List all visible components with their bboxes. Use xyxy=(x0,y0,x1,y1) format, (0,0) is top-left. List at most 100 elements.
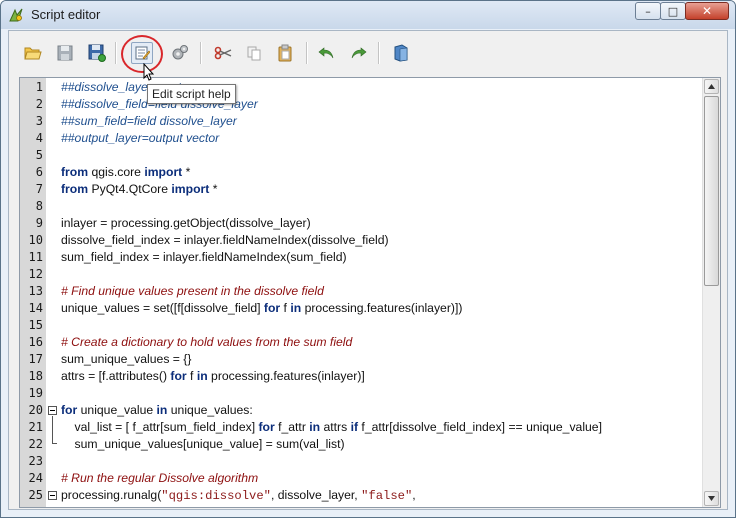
script-editor-window: Script editor – □ ✕ 1 ##dissolve_layer=v… xyxy=(0,0,736,518)
code-line[interactable]: 1 ##dissolve_layer=vector xyxy=(20,79,703,96)
code-comment: ##sum_field=field dissolve_layer xyxy=(61,114,237,128)
code-line[interactable]: 12 xyxy=(20,266,703,283)
code-keyword: for xyxy=(258,420,275,434)
save-as-button[interactable] xyxy=(86,42,108,64)
client-area: 1 ##dissolve_layer=vector 2 ##dissolve_fiel… xyxy=(8,30,728,510)
code-keyword: for xyxy=(61,403,78,417)
code-line[interactable]: 15 xyxy=(20,317,703,334)
code-line[interactable]: 21 val_list = [ f_attr[sum_field_index] … xyxy=(20,419,703,436)
code-editor[interactable]: 1 ##dissolve_layer=vector 2 ##dissolve_fiel… xyxy=(19,77,721,508)
line-number: 12 xyxy=(28,267,43,281)
scroll-down-button[interactable] xyxy=(704,491,719,506)
code-token: , dissolve_layer, xyxy=(270,488,362,502)
code-line[interactable]: 24 # Run the regular Dissolve algorithm xyxy=(20,470,703,487)
undo-icon xyxy=(318,47,334,59)
code-line[interactable]: 19 xyxy=(20,385,703,402)
code-text: from PyQt4.QtCore import * xyxy=(61,181,217,198)
fold-toggle-icon[interactable] xyxy=(48,406,57,415)
code-token: processing.features(inlayer)]) xyxy=(301,301,463,315)
code-text: # Run the regular Dissolve algorithm xyxy=(61,470,258,487)
save-as-icon xyxy=(88,44,106,62)
code-line[interactable]: 8 xyxy=(20,198,703,215)
snippets-button[interactable] xyxy=(390,42,412,64)
code-line[interactable]: 23 xyxy=(20,453,703,470)
code-token: unique_values = set([f[dissolve_field] xyxy=(61,301,264,315)
code-line[interactable]: 7 from PyQt4.QtCore import * xyxy=(20,181,703,198)
maximize-button[interactable]: □ xyxy=(660,2,686,20)
code-token: f xyxy=(186,369,197,383)
line-number: 19 xyxy=(28,386,43,400)
code-token: attrs xyxy=(320,420,351,434)
code-token: dissolve_field_index = inlayer.fieldName… xyxy=(61,233,389,247)
code-token: processing.features(inlayer)] xyxy=(207,369,365,383)
toolbar xyxy=(9,31,727,76)
code-line[interactable]: 20 for unique_value in unique_values: xyxy=(20,402,703,419)
minimize-icon: – xyxy=(645,4,651,18)
folder-open-icon xyxy=(24,47,42,60)
book-icon xyxy=(394,44,408,62)
code-line[interactable]: 25 processing.runalg("qgis:dissolve", dis… xyxy=(20,487,703,504)
code-token: f_attr[dissolve_field_index] == unique_v… xyxy=(358,420,602,434)
paste-icon xyxy=(278,44,292,62)
tooltip: Edit script help xyxy=(147,84,236,104)
undo-button[interactable] xyxy=(316,42,338,64)
code-token: processing.runalg( xyxy=(61,488,162,502)
code-keyword: for xyxy=(170,369,187,383)
code-text: # Create a dictionary to hold values fro… xyxy=(61,334,352,351)
code-string: "qgis:dissolve" xyxy=(161,489,271,503)
line-number: 23 xyxy=(28,454,43,468)
code-token: sum_unique_values[unique_value] = sum(va… xyxy=(61,437,345,451)
code-line[interactable]: 5 xyxy=(20,147,703,164)
minimize-button[interactable]: – xyxy=(635,2,661,20)
scroll-up-button[interactable] xyxy=(704,79,719,94)
code-comment: # Run the regular Dissolve algorithm xyxy=(61,471,259,485)
line-number: 17 xyxy=(28,352,43,366)
code-line[interactable]: 2 ##dissolve_field=field dissolve_layer xyxy=(20,96,703,113)
copy-button[interactable] xyxy=(243,42,265,64)
scroll-thumb[interactable] xyxy=(704,96,719,286)
code-lines[interactable]: 1 ##dissolve_layer=vector 2 ##dissolve_fiel… xyxy=(20,78,703,507)
code-token: , xyxy=(412,488,416,502)
code-line[interactable]: 14 unique_values = set([f[dissolve_field]… xyxy=(20,300,703,317)
code-token: val_list = [ f_attr[sum_field_index] xyxy=(61,420,259,434)
code-line[interactable]: 11 sum_field_index = inlayer.fieldNameInd… xyxy=(20,249,703,266)
code-line[interactable]: 10 dissolve_field_index = inlayer.fieldNa… xyxy=(20,232,703,249)
paste-button[interactable] xyxy=(274,42,296,64)
code-line[interactable]: 3 ##sum_field=field dissolve_layer xyxy=(20,113,703,130)
save-script-button[interactable] xyxy=(54,42,76,64)
line-number: 21 xyxy=(28,420,43,434)
code-text: from qgis.core import * xyxy=(61,164,190,181)
title-bar[interactable]: Script editor – □ ✕ xyxy=(1,1,735,29)
line-number: 13 xyxy=(28,284,43,298)
code-text: sum_field_index = inlayer.fieldNameIndex… xyxy=(61,249,347,266)
redo-button[interactable] xyxy=(347,42,369,64)
code-line[interactable]: 9 inlayer = processing.getObject(dissolve… xyxy=(20,215,703,232)
code-token: qgis.core xyxy=(88,165,145,179)
code-line[interactable]: 16 # Create a dictionary to hold values f… xyxy=(20,334,703,351)
line-number: 16 xyxy=(28,335,43,349)
code-comment: ##output_layer=output vector xyxy=(61,131,220,145)
code-token: unique_value xyxy=(77,403,157,417)
open-script-button[interactable] xyxy=(22,42,44,64)
code-line[interactable]: 17 sum_unique_values = {} xyxy=(20,351,703,368)
code-line[interactable]: 22 sum_unique_values[unique_value] = sum… xyxy=(20,436,703,453)
code-keyword: from xyxy=(61,165,89,179)
code-line[interactable]: 18 attrs = [f.attributes() for f in proce… xyxy=(20,368,703,385)
cut-button[interactable] xyxy=(212,42,234,64)
code-text: sum_unique_values = {} xyxy=(61,351,191,368)
code-line[interactable]: 4 ##output_layer=output vector xyxy=(20,130,703,147)
code-token: f_attr xyxy=(274,420,310,434)
line-number: 22 xyxy=(28,437,43,451)
line-number: 20 xyxy=(28,403,43,417)
line-number: 25 xyxy=(28,488,43,502)
code-line[interactable]: 13 # Find unique values present in the di… xyxy=(20,283,703,300)
code-comment: # Find unique values present in the diss… xyxy=(61,284,324,298)
vertical-scrollbar[interactable] xyxy=(702,78,720,507)
run-script-button[interactable] xyxy=(169,42,191,64)
code-keyword: import xyxy=(171,182,210,196)
code-keyword: for xyxy=(263,301,281,315)
fold-toggle-icon[interactable] xyxy=(48,491,57,500)
code-token: PyQt4.QtCore xyxy=(88,182,172,196)
close-button[interactable]: ✕ xyxy=(685,2,729,20)
code-line[interactable]: 6 from qgis.core import * xyxy=(20,164,703,181)
